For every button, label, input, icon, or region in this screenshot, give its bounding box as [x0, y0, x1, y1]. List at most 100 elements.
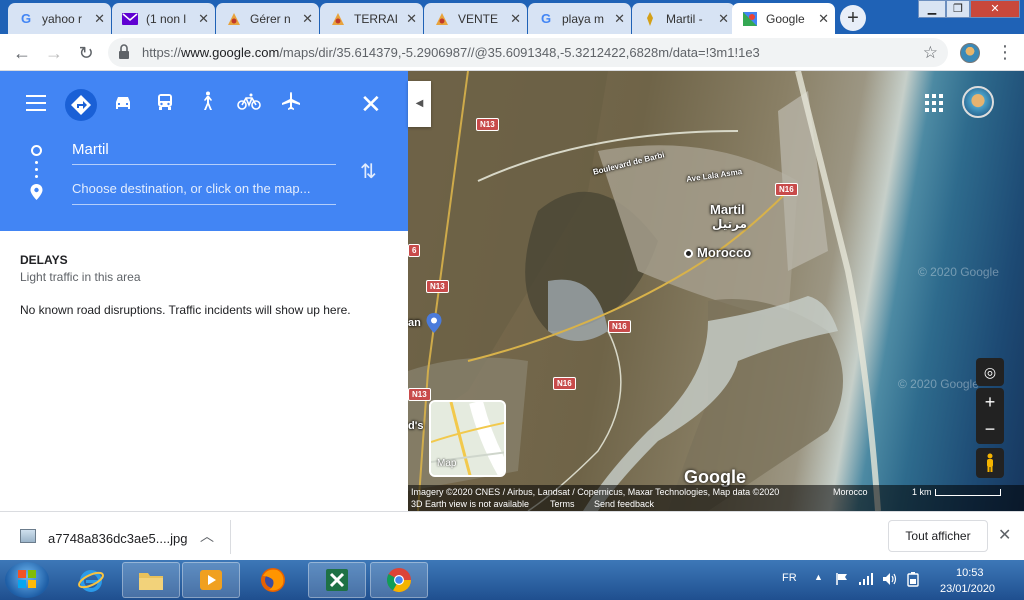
show-all-downloads-button[interactable]: Tout afficher: [888, 520, 988, 552]
tab-close-icon[interactable]: ✕: [94, 11, 105, 27]
poi-pin-icon[interactable]: [426, 313, 442, 333]
browser-menu-icon[interactable]: ⋮: [996, 42, 1014, 63]
forward-arrow-icon[interactable]: →: [42, 41, 66, 65]
download-filename[interactable]: a7748a836dc3ae5....jpg: [48, 531, 188, 546]
close-download-bar-icon[interactable]: ✕: [998, 525, 1011, 545]
place-label-morocco[interactable]: Morocco: [697, 245, 751, 260]
new-tab-button[interactable]: +: [840, 5, 866, 31]
file-explorer-icon[interactable]: [122, 562, 180, 598]
minimize-button[interactable]: ▁: [918, 0, 946, 18]
chrome-icon[interactable]: [370, 562, 428, 598]
place-label-martil[interactable]: Martil: [710, 202, 745, 217]
country-label[interactable]: Morocco: [833, 487, 868, 497]
url-text: https://www.google.com/maps/dir/35.61437…: [142, 45, 760, 60]
battery-plug-icon[interactable]: [906, 571, 920, 587]
screen: G yahoo r ✕ (1 non l ✕ Gérer n ✕ TERRAI …: [0, 0, 1024, 600]
chevron-up-icon[interactable]: ︿: [200, 526, 214, 546]
mode-driving-icon[interactable]: [107, 89, 139, 121]
tab-close-icon[interactable]: ✕: [718, 11, 729, 27]
reload-icon[interactable]: ↻: [74, 41, 98, 65]
media-player-icon[interactable]: [182, 562, 240, 598]
mode-transit-icon[interactable]: [149, 89, 181, 121]
tab-close-icon[interactable]: ✕: [406, 11, 417, 27]
tab-title: yahoo r: [42, 11, 83, 26]
account-avatar[interactable]: [962, 86, 994, 118]
scale-label[interactable]: 1 km: [912, 487, 932, 497]
site-favicon-icon: [434, 11, 450, 27]
tab-close-icon[interactable]: ✕: [198, 11, 209, 27]
send-feedback-link[interactable]: Send feedback: [594, 499, 654, 509]
road-label-6: 6: [408, 244, 421, 257]
action-center-flag-icon[interactable]: [835, 572, 849, 586]
directions-panel: ✕ Martil Choose destination, or click on…: [0, 71, 408, 511]
delays-subtitle: Light traffic in this area: [20, 270, 141, 284]
terms-link[interactable]: Terms: [550, 499, 575, 509]
watermark: © 2020 Google: [898, 377, 979, 391]
tab-close-icon[interactable]: ✕: [614, 11, 625, 27]
clock-date[interactable]: 23/01/2020: [940, 583, 995, 595]
tab-title: Gérer n: [250, 11, 291, 26]
tab-martil[interactable]: Martil - ✕: [632, 3, 735, 34]
map-layer-toggle[interactable]: Map: [429, 400, 506, 477]
my-location-icon[interactable]: ◎: [976, 358, 1004, 386]
pegman-icon[interactable]: [976, 448, 1004, 478]
download-bar: a7748a836dc3ae5....jpg ︿ Tout afficher ✕: [0, 511, 1024, 560]
restore-button[interactable]: ❐: [946, 0, 970, 18]
morocco-marker-icon[interactable]: [684, 249, 693, 258]
divider: [230, 520, 231, 554]
swap-icon[interactable]: ⇅: [360, 159, 377, 184]
firefox-icon[interactable]: [244, 562, 302, 598]
tab-title: Martil -: [666, 11, 703, 26]
mode-flights-icon[interactable]: [275, 89, 307, 121]
tab-title: (1 non l: [146, 11, 187, 26]
imagery-attribution: Imagery ©2020 CNES / Airbus, Landsat / C…: [411, 487, 780, 497]
tab-yahoo-mail[interactable]: (1 non l ✕: [112, 3, 215, 34]
lock-icon: [119, 44, 129, 59]
road-label-n16: N16: [608, 320, 631, 333]
zoom-in-button[interactable]: +: [976, 388, 1004, 416]
apps-grid-icon[interactable]: [925, 94, 943, 112]
directions-header: ✕ Martil Choose destination, or click on…: [0, 71, 408, 231]
tab-yahoo[interactable]: G yahoo r ✕: [8, 3, 111, 34]
tab-title: playa m: [562, 11, 605, 26]
mode-cycling-icon[interactable]: [233, 89, 265, 121]
mode-best-route-icon[interactable]: [65, 89, 97, 121]
collapse-panel-button[interactable]: ◀: [408, 81, 431, 127]
windows-taskbar: FR ▲ 10:53 23/01/2020: [0, 560, 1024, 600]
back-arrow-icon[interactable]: ←: [10, 41, 34, 65]
bookmark-star-icon[interactable]: ☆: [923, 43, 938, 63]
road-label-n13: N13: [476, 118, 499, 131]
close-window-button[interactable]: ✕: [970, 0, 1020, 18]
internet-explorer-icon[interactable]: [62, 562, 120, 598]
profile-avatar[interactable]: [960, 43, 980, 63]
tab-title: Google: [766, 11, 805, 26]
zoom-out-button[interactable]: −: [976, 416, 1004, 444]
mode-walking-icon[interactable]: [191, 89, 223, 121]
tab-close-icon[interactable]: ✕: [510, 11, 521, 27]
origin-input[interactable]: Martil: [72, 141, 336, 165]
language-indicator[interactable]: FR: [782, 572, 797, 584]
destination-input[interactable]: Choose destination, or click on the map.…: [72, 181, 336, 205]
start-button[interactable]: [5, 562, 49, 598]
tab-google-maps[interactable]: Google ✕: [732, 3, 835, 34]
minimap-label: Map: [437, 458, 457, 469]
tab-gerer[interactable]: Gérer n ✕: [216, 3, 319, 34]
route-dots-icon: [35, 161, 38, 182]
address-bar[interactable]: https://www.google.com/maps/dir/35.61437…: [108, 38, 948, 67]
network-signal-icon[interactable]: [858, 572, 874, 586]
volume-icon[interactable]: [882, 572, 898, 586]
excel-icon[interactable]: [308, 562, 366, 598]
tab-close-icon[interactable]: ✕: [302, 11, 313, 27]
menu-icon[interactable]: [26, 95, 46, 111]
tab-playa[interactable]: G playa m ✕: [528, 3, 631, 34]
map-attribution-bar: Imagery ©2020 CNES / Airbus, Landsat / C…: [408, 485, 1024, 511]
tab-vente[interactable]: VENTE ✕: [424, 3, 527, 34]
show-hidden-icons-icon[interactable]: ▲: [814, 572, 823, 582]
tab-terrain[interactable]: TERRAI ✕: [320, 3, 423, 34]
road-label-n13: N13: [426, 280, 449, 293]
clock-time[interactable]: 10:53: [956, 567, 984, 579]
watermark: © 2020 Google: [918, 265, 999, 279]
road-label-n13: N13: [408, 388, 431, 401]
close-directions-icon[interactable]: ✕: [360, 89, 382, 120]
tab-close-icon[interactable]: ✕: [818, 11, 829, 27]
